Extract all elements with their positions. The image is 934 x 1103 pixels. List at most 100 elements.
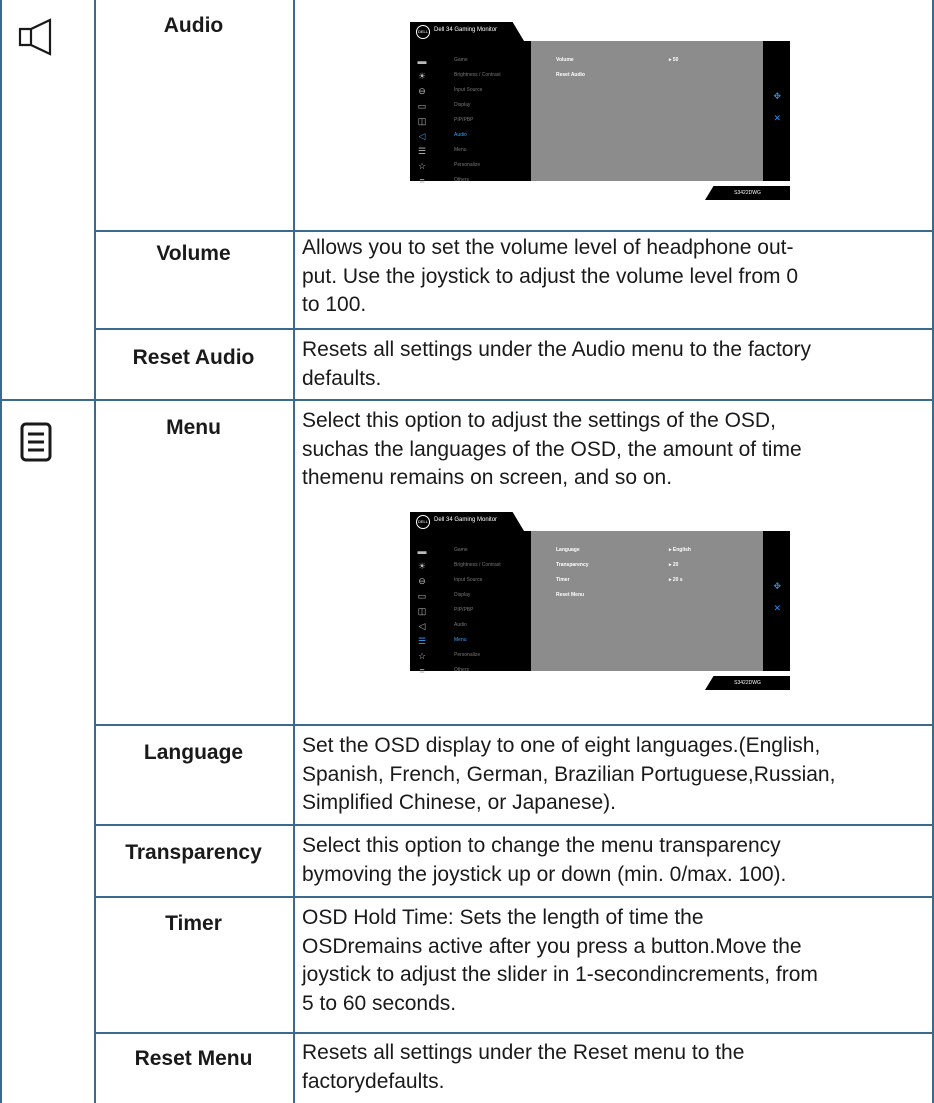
description-line: joystick to adjust the slider in 1-secon… [302, 963, 818, 986]
osd-title: Dell 34 Gaming Monitor [434, 517, 498, 523]
osd-option-value: ▸ 20 [669, 562, 679, 568]
osd-menu-item[interactable]: ≡ Others [410, 664, 531, 678]
osd-menu-item[interactable]: ◫ PIP/PBP [410, 604, 531, 618]
osd-panel: ▬ Game ☀ Brightness / Contrast ⊖ Input Source… [410, 531, 790, 676]
description-line: bymoving the joystick up or down (min. 0… [302, 862, 787, 886]
osd-options-pane: Volume ▸ 50 Reset Audio [531, 41, 788, 181]
description-line: factorydefaults. [302, 1069, 445, 1093]
osd-option-label[interactable]: Language [556, 547, 580, 553]
osd-menu-item[interactable]: ⊖ Input Source [410, 84, 531, 98]
osd-nav-column: ✥ ✕ [763, 531, 790, 671]
osd-menu-item-label: Brightness / Contrast [454, 72, 501, 78]
osd-menu-item[interactable]: ☰ Menu [410, 144, 531, 158]
description-line: Spanish, French, German, Brazilian Portu… [302, 762, 836, 786]
osd-menu-item-label: Others [454, 177, 470, 183]
osd-menu-item[interactable]: ▭ Display [410, 589, 531, 603]
osd-menu-item-label: Brightness / Contrast [454, 562, 501, 568]
description-line: 5 to 60 seconds. [302, 991, 457, 1015]
osd-menu-item[interactable]: ≡ Others [410, 174, 531, 188]
description-line: themenu remains on screen, and so on. [302, 466, 673, 489]
description-line: to 100. [302, 293, 367, 316]
pip-pbp-icon: ◫ [417, 606, 427, 616]
osd-menu-item-label: Game [454, 547, 468, 553]
menu-icon: ☰ [417, 636, 427, 646]
menu-icon: ☰ [417, 146, 427, 156]
osd-option-value: ▸ English [669, 547, 691, 553]
description-line: Select this option to adjust the setting… [302, 409, 776, 432]
brightness-icon: ☀ [417, 561, 427, 571]
row-divider [94, 824, 934, 826]
close-icon: ✕ [773, 113, 781, 123]
display-icon: ▭ [417, 101, 427, 111]
osd-screenshot-audio: DELL Dell 34 Gaming Monitor ▬ Game ☀ Brightne… [410, 22, 790, 212]
osd-menu-item-label: PIP/PBP [454, 607, 474, 613]
volume-description: Allows you to set the volume level of he… [302, 234, 932, 320]
audio-icon: ◁ [418, 621, 426, 631]
osd-menu-item[interactable]: ☰ Menu [410, 634, 531, 648]
osd-menu-item-label: Menu [454, 147, 467, 153]
description-line: Select this option to change the menu tr… [302, 834, 781, 857]
description-line: Allows you to set the volume level of he… [302, 236, 794, 259]
row-divider [94, 724, 934, 726]
input-source-icon: ⊖ [418, 86, 426, 96]
description-line: Set the OSD display to one of eight lang… [302, 734, 821, 757]
osd-menu-item-label: Audio [454, 132, 467, 138]
row-divider [94, 230, 934, 232]
osd-options-pane: Language ▸ English Transparency ▸ 20 Timer ▸ … [531, 531, 788, 671]
osd-menu-item-label: Display [454, 102, 471, 108]
display-icon: ▭ [417, 591, 427, 601]
row-title-reset-audio: Reset Audio [132, 346, 255, 369]
table-border-left [0, 0, 2, 1103]
osd-menu-item-label: Input Source [454, 577, 483, 583]
description-line: Resets all settings under the Audio menu… [302, 338, 811, 361]
osd-option-label[interactable]: Volume [556, 57, 574, 63]
osd-menu-item-label: PIP/PBP [454, 117, 474, 123]
osd-menu-item-label: Audio [454, 622, 467, 628]
osd-menu-item-label: Others [454, 667, 470, 673]
others-icon: ≡ [419, 666, 425, 676]
row-title-transparency: Transparency [125, 841, 262, 864]
input-source-icon: ⊖ [418, 576, 426, 586]
osd-option-label[interactable]: Timer [556, 577, 570, 583]
osd-menu-item-label: Personalize [454, 162, 481, 168]
osd-menu-item[interactable]: ☀ Brightness / Contrast [410, 69, 531, 83]
joystick-icon: ✥ [773, 91, 781, 101]
osd-menu-item[interactable]: ▬ Game [410, 54, 531, 68]
dell-logo: DELL [416, 515, 430, 529]
osd-option-label[interactable]: Reset Menu [556, 592, 584, 598]
speaker-icon [18, 18, 52, 56]
row-divider [0, 399, 934, 401]
osd-menu-item[interactable]: ◁ Audio [410, 619, 531, 633]
row-divider [94, 1032, 934, 1034]
osd-option-label[interactable]: Transparency [556, 562, 589, 568]
menu-list-icon [20, 422, 52, 462]
osd-menu-item[interactable]: ◁ Audio [410, 129, 531, 143]
osd-menu-item[interactable]: ◫ PIP/PBP [410, 114, 531, 128]
audio-icon: ◁ [418, 131, 426, 141]
osd-menu-item[interactable]: ▬ Game [410, 544, 531, 558]
osd-menu-item[interactable]: ▭ Display [410, 99, 531, 113]
row-divider [94, 328, 934, 330]
osd-menu-list: ▬ Game ☀ Brightness / Contrast ⊖ Input Source… [410, 41, 531, 186]
timer-description: OSD Hold Time: Sets the length of time t… [302, 904, 932, 1018]
star-icon: ☆ [417, 161, 427, 171]
reset-menu-description: Resets all settings under the Reset menu… [302, 1039, 932, 1096]
osd-menu-item-label: Menu [454, 637, 467, 643]
osd-title: Dell 34 Gaming Monitor [434, 27, 498, 33]
others-icon: ≡ [419, 176, 425, 186]
osd-option-label[interactable]: Reset Audio [556, 72, 585, 78]
menu-description: Select this option to adjust the setting… [302, 407, 932, 493]
row-title-menu: Menu [166, 416, 221, 439]
language-description: Set the OSD display to one of eight lang… [302, 732, 932, 818]
osd-menu-item[interactable]: ☆ Personalize [410, 649, 531, 663]
osd-title-tab: DELL Dell 34 Gaming Monitor [410, 22, 524, 41]
osd-menu-item[interactable]: ⊖ Input Source [410, 574, 531, 588]
osd-nav-column: ✥ ✕ [763, 41, 790, 181]
pip-pbp-icon: ◫ [417, 116, 427, 126]
osd-menu-item[interactable]: ☆ Personalize [410, 159, 531, 173]
description-line: Resets all settings under the Reset menu… [302, 1041, 745, 1064]
reset-audio-description: Resets all settings under the Audio menu… [302, 336, 932, 393]
osd-option-value: ▸ 20 s [669, 577, 683, 583]
osd-menu-item[interactable]: ☀ Brightness / Contrast [410, 559, 531, 573]
joystick-icon: ✥ [773, 581, 781, 591]
